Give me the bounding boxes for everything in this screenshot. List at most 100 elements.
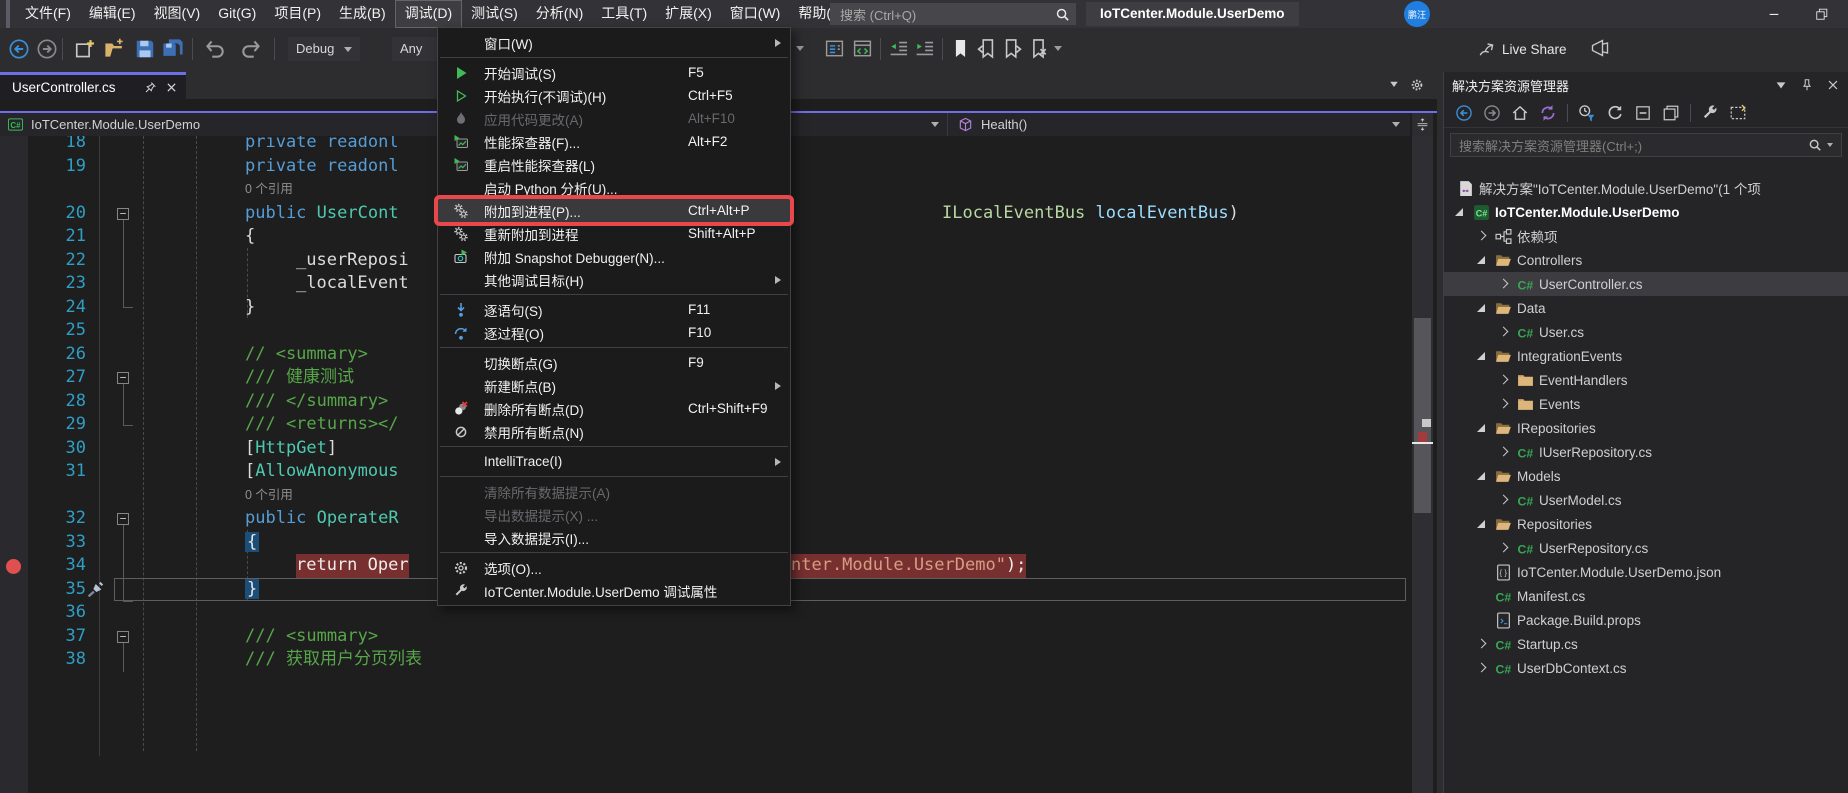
properties-wrench-icon[interactable] <box>1701 104 1719 122</box>
collapse-all-icon[interactable] <box>1634 104 1652 122</box>
menu-item[interactable]: 开始执行(不调试)(H)Ctrl+F5 <box>438 84 790 107</box>
scrollbar-track[interactable] <box>1412 136 1433 793</box>
menubar-item[interactable]: 文件(F) <box>16 0 80 28</box>
menu-item[interactable]: 逐语句(S)F11 <box>438 298 790 321</box>
preview-icon[interactable] <box>1729 104 1747 122</box>
open-file-button[interactable] <box>104 38 126 60</box>
expander-closed-icon[interactable] <box>1496 444 1512 460</box>
new-item-button[interactable] <box>74 38 96 60</box>
menu-item[interactable]: 附加到进程(P)...Ctrl+Alt+P <box>438 199 790 222</box>
menu-item[interactable]: 逐过程(O)F10 <box>438 321 790 344</box>
expander-closed-icon[interactable] <box>1496 324 1512 340</box>
tree-item-eventhandlers[interactable]: EventHandlers <box>1444 368 1848 392</box>
menu-item[interactable]: 禁用所有断点(N) <box>438 420 790 443</box>
indent-button[interactable] <box>914 38 936 60</box>
menu-item[interactable]: 切换断点(G)F9 <box>438 351 790 374</box>
menubar-item[interactable]: 项目(P) <box>265 0 330 28</box>
expander-open-icon[interactable] <box>1474 252 1490 268</box>
tab-usercontroller[interactable]: UserController.cs <box>0 72 186 99</box>
undo-button[interactable] <box>204 38 226 60</box>
expander-closed-icon[interactable] <box>1496 372 1512 388</box>
expander-open-icon[interactable] <box>1474 348 1490 364</box>
close-icon[interactable] <box>165 81 178 94</box>
feedback-icon-button[interactable] <box>1590 38 1612 60</box>
expander-closed-icon[interactable] <box>1496 276 1512 292</box>
menu-item[interactable]: 导出数据提示(X) ... <box>438 503 790 526</box>
menu-item[interactable]: 性能探查器(F)...Alt+F2 <box>438 130 790 153</box>
menu-item[interactable]: 重启性能探查器(L) <box>438 153 790 176</box>
code-line[interactable]: 38/// 获取用户分页列表 <box>0 648 1410 672</box>
pin-icon[interactable] <box>144 81 157 94</box>
menu-item[interactable]: 清除所有数据提示(A) <box>438 480 790 503</box>
fold-collapse-box[interactable]: − <box>117 208 129 220</box>
quick-search-box[interactable]: 搜索 (Ctrl+Q) <box>830 3 1076 25</box>
menubar-item[interactable]: Git(G) <box>209 0 265 28</box>
tree-item-iotcenter.module.userdemo[interactable]: C#IoTCenter.Module.UserDemo <box>1444 200 1848 224</box>
tree-item-events[interactable]: Events <box>1444 392 1848 416</box>
tree-item-repositories[interactable]: Repositories <box>1444 512 1848 536</box>
pending-changes-filter-icon[interactable] <box>1578 104 1596 122</box>
gear-icon[interactable] <box>1410 78 1424 92</box>
save-button[interactable] <box>134 38 156 60</box>
tree-item-irepositories[interactable]: IRepositories <box>1444 416 1848 440</box>
menu-item[interactable]: 窗口(W) <box>438 31 790 54</box>
expander-open-icon[interactable] <box>1474 300 1490 316</box>
tree-item-startup.cs[interactable]: C#Startup.cs <box>1444 632 1848 656</box>
expander-open-icon[interactable] <box>1474 516 1490 532</box>
code-line[interactable]: 37−/// <summary> <box>0 625 1410 649</box>
menubar-item[interactable]: 调试(D) <box>395 0 462 28</box>
next-bookmark-button[interactable] <box>1002 38 1024 60</box>
split-editor-handle[interactable] <box>1412 113 1433 136</box>
breadcrumb-member-dropdown[interactable]: Health() <box>948 113 1410 136</box>
solution-search-box[interactable]: 搜索解决方案资源管理器(Ctrl+;) <box>1450 133 1842 157</box>
show-all-files-icon[interactable] <box>1662 104 1680 122</box>
tree-item-manifest.cs[interactable]: C#Manifest.cs <box>1444 584 1848 608</box>
outdent-button[interactable] <box>888 38 910 60</box>
refresh-icon[interactable] <box>1606 104 1624 122</box>
clear-bookmarks-button[interactable] <box>1028 38 1050 60</box>
fold-collapse-box[interactable]: − <box>117 513 129 525</box>
tree-item-controllers[interactable]: Controllers <box>1444 248 1848 272</box>
avatar[interactable]: 鹏汪 <box>1404 1 1430 27</box>
menu-item[interactable]: 开始调试(S)F5 <box>438 61 790 84</box>
menu-item[interactable]: 启动 Python 分析(U)... <box>438 176 790 199</box>
editor-scrollbar[interactable] <box>1412 113 1433 793</box>
scrollbar-thumb[interactable] <box>1414 318 1431 513</box>
nav-forward-icon[interactable] <box>1483 104 1501 122</box>
codelens-references[interactable]: 0 个引用 <box>245 484 293 508</box>
tree-item-package.build.props[interactable]: Package.Build.props <box>1444 608 1848 632</box>
member-list-button[interactable] <box>824 38 846 60</box>
menubar-item[interactable]: 视图(V) <box>145 0 210 28</box>
expander-closed-icon[interactable] <box>1496 492 1512 508</box>
menubar-item[interactable]: 扩展(X) <box>656 0 721 28</box>
tree-item-iuserrepository.cs[interactable]: C#IUserRepository.cs <box>1444 440 1848 464</box>
expander-open-icon[interactable] <box>1474 420 1490 436</box>
redo-button[interactable] <box>240 38 262 60</box>
save-all-button[interactable] <box>162 38 184 60</box>
expander-closed-icon[interactable] <box>1474 228 1490 244</box>
tree-item--iotcenter.module.userdemo-1-[interactable]: 解决方案"IoTCenter.Module.UserDemo"(1 个项 <box>1444 176 1848 200</box>
fold-collapse-box[interactable]: − <box>117 372 129 384</box>
nav-forward-button[interactable] <box>36 38 58 60</box>
toggle-bookmark-button[interactable] <box>950 38 972 60</box>
minimize-button[interactable] <box>1752 0 1796 28</box>
menubar-item[interactable]: 工具(T) <box>592 0 656 28</box>
menu-item[interactable]: IoTCenter.Module.UserDemo 调试属性 <box>438 579 790 602</box>
tree-item-integrationevents[interactable]: IntegrationEvents <box>1444 344 1848 368</box>
tree-item-user.cs[interactable]: C#User.cs <box>1444 320 1848 344</box>
tree-item-userdbcontext.cs[interactable]: C#UserDbContext.cs <box>1444 656 1848 680</box>
tree-item-models[interactable]: Models <box>1444 464 1848 488</box>
menubar-item[interactable]: 编辑(E) <box>80 0 145 28</box>
menu-item[interactable]: 选项(O)... <box>438 556 790 579</box>
expander-closed-icon[interactable] <box>1496 396 1512 412</box>
menubar-item[interactable]: 分析(N) <box>527 0 592 28</box>
chevron-down-icon[interactable] <box>1388 78 1400 90</box>
menu-item[interactable]: 应用代码更改(A)Alt+F10 <box>438 107 790 130</box>
fold-collapse-box[interactable]: − <box>117 631 129 643</box>
nav-back-icon[interactable] <box>1455 104 1473 122</box>
tree-item-data[interactable]: Data <box>1444 296 1848 320</box>
menubar-item[interactable]: 测试(S) <box>462 0 527 28</box>
expander-closed-icon[interactable] <box>1474 660 1490 676</box>
live-share-button[interactable]: Live Share <box>1478 38 1567 60</box>
breakpoint-dot[interactable] <box>6 559 21 574</box>
